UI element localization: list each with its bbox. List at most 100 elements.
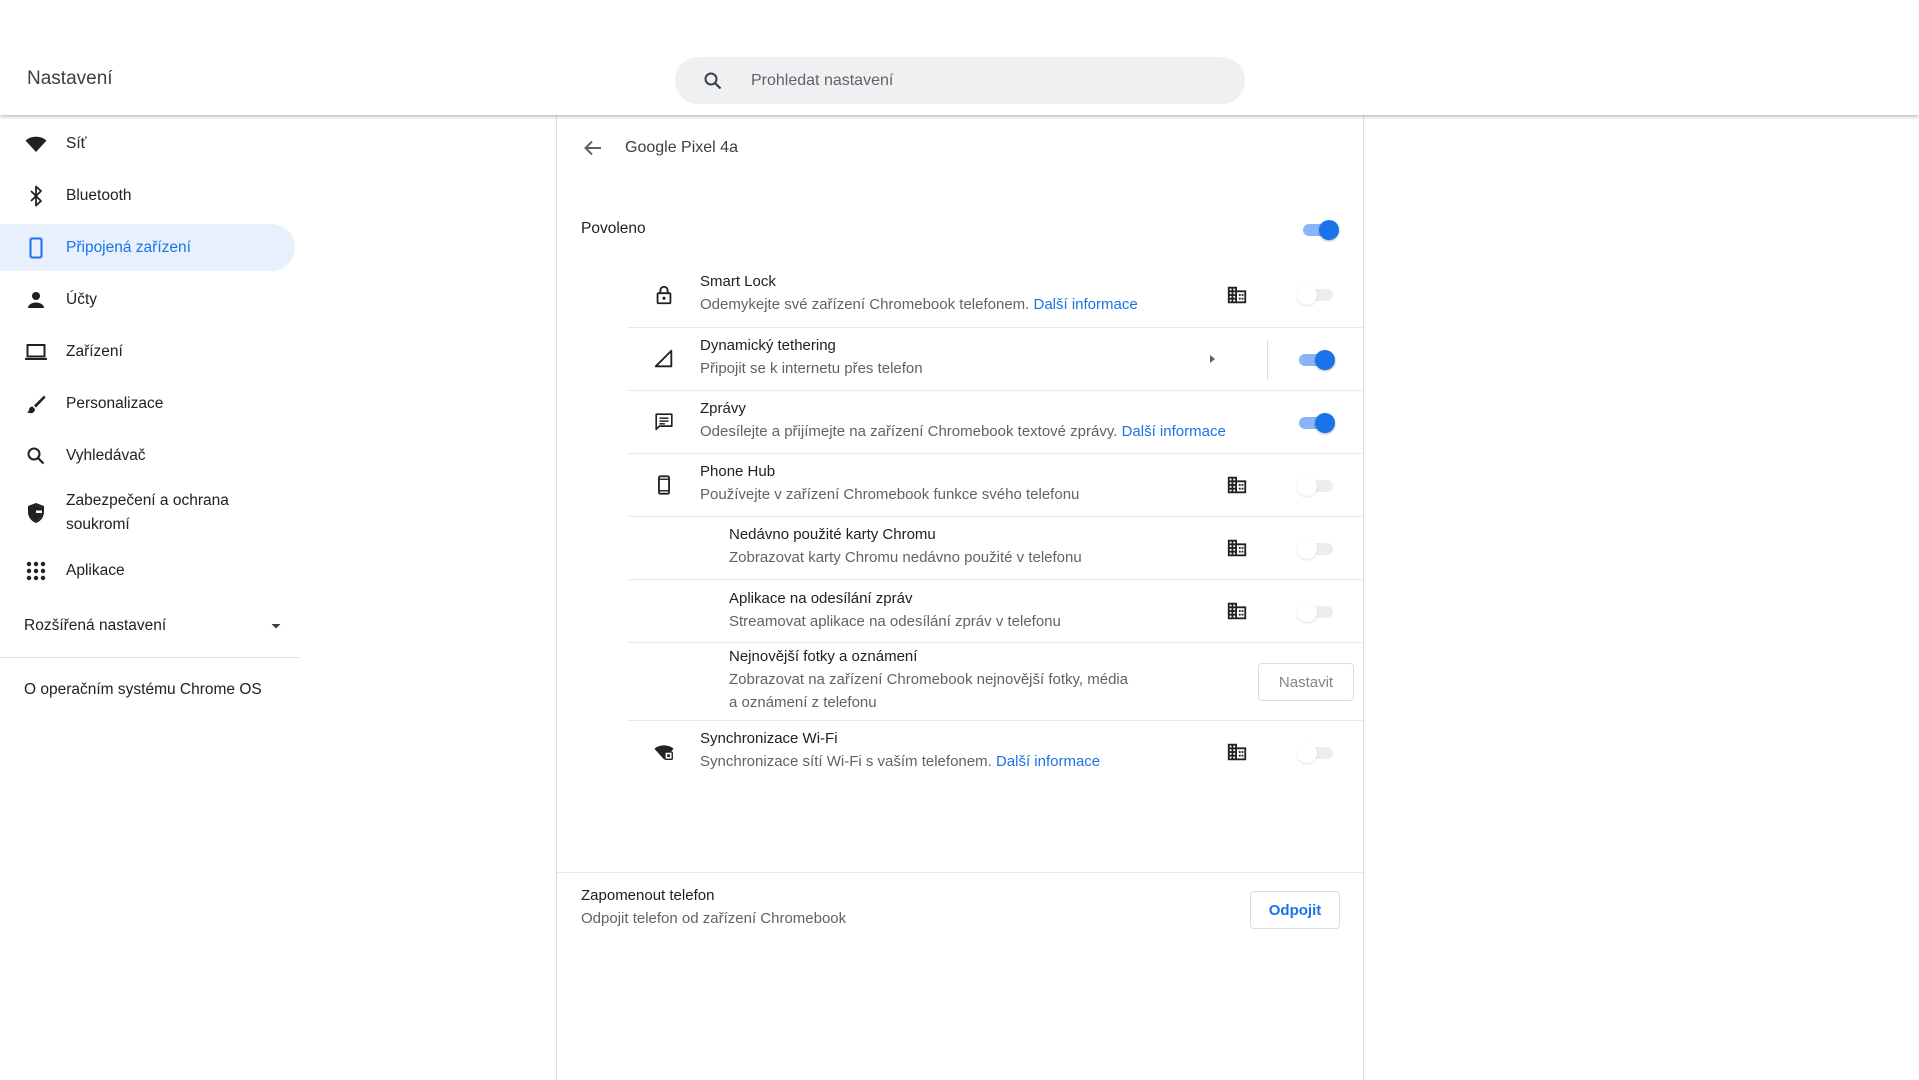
disconnect-button[interactable]: Odpojit [1250, 891, 1340, 929]
device-detail-card: Google Pixel 4a Povoleno Smart Lock Odem… [556, 115, 1365, 1080]
learn-more-link[interactable]: Další informace [1122, 423, 1226, 440]
feature-subtitle: Odemykejte své zařízení Chromebook telef… [700, 293, 1138, 316]
sidebar-item-bluetooth[interactable]: Bluetooth [0, 172, 295, 219]
messages-toggle[interactable] [1297, 412, 1335, 433]
sidebar-item-label: Personalizace [66, 394, 164, 412]
learn-more-link[interactable]: Další informace [1034, 296, 1138, 313]
app-title: Nastavení [27, 68, 113, 89]
shield-icon [24, 501, 48, 525]
sidebar-item-security[interactable]: Zabezpečení a ochrana soukromí [0, 484, 295, 542]
arrow-drop-down-icon [271, 624, 281, 629]
phone-icon [24, 236, 48, 260]
message-apps-toggle[interactable] [1297, 601, 1335, 622]
enterprise-policy-icon [1226, 537, 1248, 559]
back-arrow-icon[interactable] [581, 136, 605, 160]
enterprise-policy-icon [1226, 741, 1248, 763]
feature-text: Nejnovější fotky a oznámení Zobrazovat n… [729, 646, 1128, 714]
arrow-right-icon[interactable] [1203, 350, 1221, 368]
enterprise-policy-icon [1226, 600, 1248, 622]
feature-subtitle: Synchronizace sítí Wi-Fi s vaším telefon… [700, 750, 1100, 773]
lock-icon [653, 284, 677, 308]
sidebar-item-search-engine[interactable]: Vyhledávač [0, 432, 295, 479]
sidebar-item-label: Zabezpečení a ochrana soukromí [66, 492, 229, 533]
feature-phone-hub: Phone Hub Používejte v zařízení Chromebo… [628, 453, 1365, 516]
tethering-toggle[interactable] [1297, 349, 1335, 370]
feature-text: Dynamický tethering Připojit se k intern… [700, 335, 923, 380]
sidebar-item-label: Zařízení [66, 342, 123, 360]
feature-title: Phone Hub [700, 463, 776, 480]
message-icon [653, 411, 677, 435]
feature-subtitle: Odpojit telefon od zařízení Chromebook [581, 910, 847, 927]
search-icon [24, 444, 48, 468]
enabled-label: Povoleno [581, 220, 646, 237]
feature-subtitle: Připojit se k internetu přes telefon [700, 360, 923, 377]
sidebar-item-label: Vyhledávač [66, 446, 146, 464]
feature-smart-lock: Smart Lock Odemykejte své zařízení Chrom… [628, 264, 1365, 327]
phone-icon [653, 474, 677, 498]
smart-lock-toggle[interactable] [1297, 284, 1335, 305]
feature-subtitle-text: Odemykejte své zařízení Chromebook telef… [700, 296, 1030, 313]
about-chrome-os-link[interactable]: O operačním systému Chrome OS [0, 658, 300, 722]
phone-hub-toggle[interactable] [1297, 475, 1335, 496]
brush-icon [24, 392, 48, 416]
feature-subtitle: Zobrazovat na zařízení Chromebook nejnov… [729, 671, 1129, 688]
sidebar-item-connected-devices[interactable]: Připojená zařízení [0, 224, 295, 271]
feature-tethering: Dynamický tethering Připojit se k intern… [628, 327, 1365, 390]
feature-subtitle-text: Odesílejte a přijímejte na zařízení Chro… [700, 423, 1118, 440]
cellular-signal-icon [653, 348, 677, 372]
feature-subtitle: Odesílejte a přijímejte na zařízení Chro… [700, 420, 1226, 443]
sidebar-item-device[interactable]: Zařízení [0, 328, 295, 375]
feature-text: Phone Hub Používejte v zařízení Chromebo… [700, 461, 1079, 506]
card-header: Google Pixel 4a [557, 115, 1363, 180]
search-box[interactable] [675, 57, 1245, 104]
enabled-toggle[interactable] [1301, 219, 1339, 240]
feature-title: Synchronizace Wi-Fi [700, 730, 838, 747]
enterprise-policy-icon [1226, 474, 1248, 496]
app-header: Nastavení [0, 0, 1919, 115]
sidebar-item-label: Účty [66, 290, 97, 308]
enabled-row: Povoleno [581, 212, 1339, 246]
advanced-settings-label: Rozšířená nastavení [24, 617, 167, 634]
wifi-sync-toggle[interactable] [1297, 742, 1335, 763]
feature-text: Aplikace na odesílání zpráv Streamovat a… [729, 588, 1061, 633]
sidebar-item-network[interactable]: Síť [0, 120, 295, 167]
enterprise-policy-icon [1226, 284, 1248, 306]
feature-text: Zapomenout telefon Odpojit telefon od za… [581, 885, 846, 930]
search-icon [704, 72, 722, 89]
feature-title: Nedávno použité karty Chromu [729, 526, 936, 543]
feature-messages: Zprávy Odesílejte a přijímejte na zaříze… [628, 390, 1365, 453]
feature-subtitle-text: Synchronizace sítí Wi-Fi s vaším telefon… [700, 753, 992, 770]
chrome-tabs-toggle[interactable] [1297, 538, 1335, 559]
feature-title: Smart Lock [700, 273, 776, 290]
feature-title: Zapomenout telefon [581, 887, 715, 904]
feature-subtitle: Používejte v zařízení Chromebook funkce … [700, 486, 1080, 503]
sidebar: Síť Bluetooth Připojená zařízení Účty Za… [0, 115, 300, 722]
feature-title: Dynamický tethering [700, 337, 836, 354]
search-input[interactable] [749, 70, 1219, 91]
bluetooth-icon [24, 184, 48, 208]
feature-wifi-sync: Synchronizace Wi-Fi Synchronizace sítí W… [628, 720, 1365, 783]
sidebar-item-accounts[interactable]: Účty [0, 276, 295, 323]
sidebar-item-label: Bluetooth [66, 186, 132, 204]
vertical-separator [1267, 340, 1268, 380]
feature-title: Zprávy [700, 400, 746, 417]
advanced-settings-toggle[interactable]: Rozšířená nastavení [0, 599, 290, 653]
apps-grid-icon [24, 559, 48, 583]
wifi-sync-icon [653, 741, 677, 765]
sidebar-item-apps[interactable]: Aplikace [0, 547, 295, 594]
wifi-icon [24, 132, 48, 156]
sidebar-item-label: Aplikace [66, 561, 125, 579]
feature-text: Zprávy Odesílejte a přijímejte na zaříze… [700, 398, 1226, 443]
learn-more-link[interactable]: Další informace [996, 753, 1100, 770]
sidebar-item-label: Připojená zařízení [66, 238, 191, 256]
person-icon [24, 288, 48, 312]
setup-button[interactable]: Nastavit [1258, 663, 1354, 701]
feature-subtitle: Zobrazovat karty Chromu nedávno použité … [729, 549, 1082, 566]
sidebar-item-label: Síť [66, 134, 87, 152]
feature-message-apps: Aplikace na odesílání zpráv Streamovat a… [628, 579, 1365, 642]
sidebar-item-personalization[interactable]: Personalizace [0, 380, 295, 427]
feature-subtitle: Streamovat aplikace na odesílání zpráv v… [729, 613, 1061, 630]
feature-title: Aplikace na odesílání zpráv [729, 590, 913, 607]
feature-title: Nejnovější fotky a oznámení [729, 648, 918, 665]
feature-subtitle: a oznámení z telefonu [729, 694, 877, 711]
